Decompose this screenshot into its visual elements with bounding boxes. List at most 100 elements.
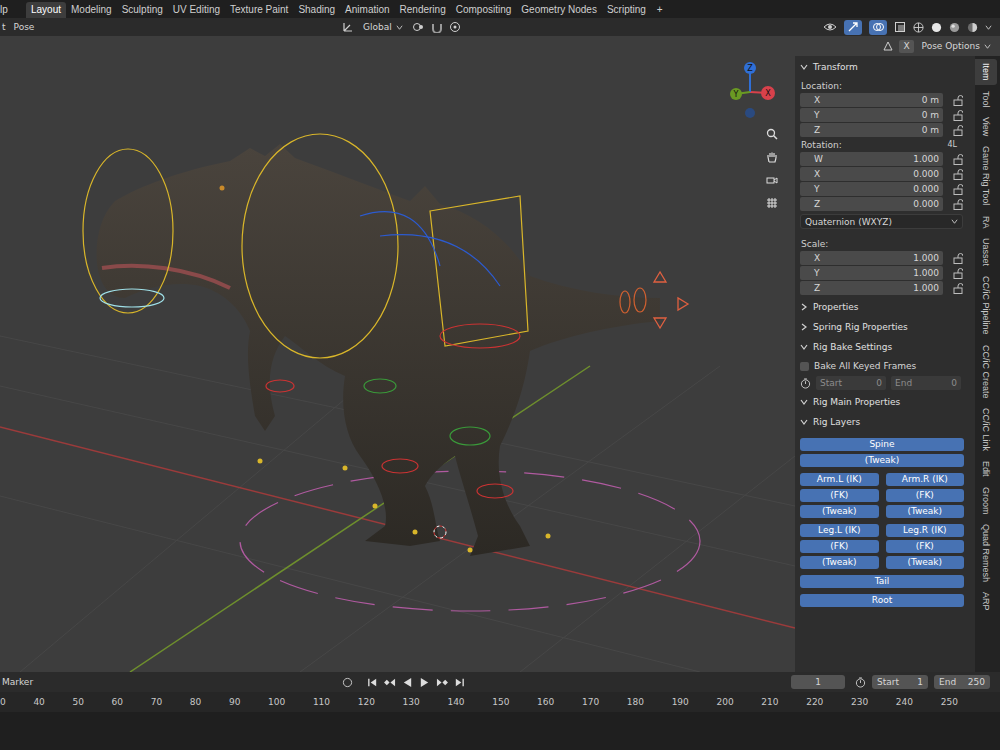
mirror-x-toggle[interactable]: X	[899, 40, 913, 53]
sidebar-tab[interactable]: Uasset	[975, 234, 997, 270]
number-field[interactable]: Y0 m	[800, 108, 943, 122]
dinosaur-model[interactable]	[97, 144, 660, 556]
sidebar-tab[interactable]: CC/iC Create	[975, 341, 997, 403]
jump-end-icon[interactable]	[454, 677, 465, 688]
timeline-ruler[interactable]: 0405060708090100110120130140150160170180…	[0, 692, 1000, 712]
pose-options-dropdown[interactable]: Pose Options	[919, 40, 994, 52]
workspace-tab[interactable]: Modeling	[66, 2, 117, 18]
workspace-tab[interactable]: Rendering	[395, 2, 451, 18]
workspace-tab[interactable]: UV Editing	[168, 2, 225, 18]
layer-button[interactable]: Leg.L (IK)	[800, 524, 879, 537]
sidebar-tab[interactable]: ARP	[975, 588, 997, 615]
orientation-dropdown[interactable]: Global	[360, 21, 406, 33]
layer-button[interactable]: (FK)	[886, 540, 965, 553]
material-shading-icon[interactable]	[949, 22, 960, 33]
record-icon[interactable]	[342, 677, 353, 688]
lock-icon[interactable]	[953, 184, 963, 195]
pose-menu[interactable]: Pose	[14, 22, 35, 32]
timeline-body[interactable]	[0, 712, 1000, 750]
number-field[interactable]: Y0.000	[800, 182, 943, 196]
layer-button[interactable]: (FK)	[800, 489, 879, 502]
lock-mode-toggle[interactable]: 4L	[947, 138, 957, 152]
pivot-icon[interactable]	[412, 21, 425, 33]
current-frame-field[interactable]: 1	[791, 675, 845, 689]
layer-button[interactable]: Arm.L (IK)	[800, 473, 879, 486]
previous-keyframe-icon[interactable]	[384, 677, 396, 688]
3d-cursor[interactable]	[434, 526, 446, 538]
lock-icon[interactable]	[953, 110, 963, 121]
checkbox-row[interactable]: Bake All Keyed Frames	[800, 359, 967, 373]
workspace-tab[interactable]: Texture Paint	[225, 2, 293, 18]
layer-button[interactable]: (Tweak)	[800, 556, 879, 569]
sidebar-tab[interactable]: Item	[975, 59, 997, 85]
number-field[interactable]: W1.000	[800, 152, 943, 166]
sidebar-tab[interactable]: RA	[975, 212, 997, 233]
rotation-mode-dropdown[interactable]: Quaternion (WXYZ)	[800, 214, 963, 229]
lock-icon[interactable]	[953, 154, 963, 165]
sidebar-tab[interactable]: Groom	[975, 483, 997, 519]
lock-icon[interactable]	[953, 268, 963, 279]
lock-icon[interactable]	[953, 125, 963, 136]
gizmo-toggle[interactable]	[844, 20, 862, 35]
xray-icon[interactable]	[894, 21, 906, 33]
sidebar-tab[interactable]: Edit	[975, 457, 997, 481]
overlay-toggle[interactable]	[869, 20, 887, 35]
panel-header[interactable]: Rig Bake Settings	[800, 339, 967, 355]
end-frame-field[interactable]: End250	[934, 675, 990, 689]
number-field[interactable]: Y1.000	[800, 266, 943, 280]
workspace-tab[interactable]: Layout	[26, 2, 66, 18]
timer-icon[interactable]	[855, 677, 866, 688]
workspace-tab[interactable]: Shading	[293, 2, 340, 18]
play-reverse-icon[interactable]	[402, 677, 413, 688]
layer-button[interactable]: Spine	[800, 438, 964, 451]
lock-icon[interactable]	[953, 199, 963, 210]
workspace-tab[interactable]: Animation	[340, 2, 394, 18]
layer-button[interactable]: (FK)	[800, 540, 879, 553]
number-field[interactable]: Z0.000	[800, 197, 943, 211]
zoom-button[interactable]	[762, 124, 781, 143]
lock-icon[interactable]	[953, 283, 963, 294]
sidebar-tab[interactable]: View	[975, 113, 997, 140]
panel-header[interactable]: Transform	[800, 59, 967, 75]
workspace-tab[interactable]: Compositing	[451, 2, 517, 18]
navigation-gizmo[interactable]: ZYX	[724, 58, 780, 118]
panel-header[interactable]: Rig Layers	[800, 414, 967, 430]
checkbox[interactable]	[800, 362, 809, 371]
number-field[interactable]: X1.000	[800, 251, 943, 265]
sidebar-tab[interactable]: CC/iC Pipeline	[975, 272, 997, 339]
snap-icon[interactable]	[431, 21, 443, 33]
lock-icon[interactable]	[953, 95, 963, 106]
panel-header[interactable]: Properties	[800, 299, 967, 315]
layer-button[interactable]: (Tweak)	[800, 505, 879, 518]
next-keyframe-icon[interactable]	[436, 677, 448, 688]
number-field[interactable]: Z1.000	[800, 281, 943, 295]
select-menu[interactable]: t	[2, 22, 6, 32]
help-menu[interactable]: lp	[0, 4, 26, 15]
start-frame-field[interactable]: Start0	[816, 376, 886, 390]
lock-icon[interactable]	[953, 253, 963, 264]
workspace-tab[interactable]: Geometry Nodes	[516, 2, 602, 18]
sidebar-tab[interactable]: Tool	[975, 87, 997, 112]
add-workspace-button[interactable]: +	[651, 2, 669, 18]
layer-button[interactable]: Tail	[800, 575, 964, 588]
perspective-button[interactable]	[762, 193, 781, 212]
number-field[interactable]: X0.000	[800, 167, 943, 181]
panel-header[interactable]: Rig Main Properties	[800, 394, 967, 410]
rendered-shading-icon[interactable]	[967, 22, 978, 33]
visibility-icon[interactable]	[823, 21, 837, 33]
viewport-canvas[interactable]	[0, 36, 795, 672]
layer-button[interactable]: (Tweak)	[800, 454, 964, 467]
pan-button[interactable]	[762, 147, 781, 166]
lock-icon[interactable]	[953, 169, 963, 180]
marker-menu[interactable]: Marker	[2, 677, 33, 687]
layer-button[interactable]: Arm.R (IK)	[886, 473, 965, 486]
layer-button[interactable]: Root	[800, 594, 964, 607]
wireframe-shading-icon[interactable]	[913, 22, 924, 33]
number-field[interactable]: X0 m	[800, 93, 943, 107]
start-frame-field[interactable]: Start1	[872, 675, 928, 689]
layer-button[interactable]: (Tweak)	[886, 505, 965, 518]
sidebar-tab[interactable]: CC/iC Link	[975, 404, 997, 455]
options-icon[interactable]	[882, 40, 894, 52]
play-icon[interactable]	[419, 677, 430, 688]
sidebar-tab[interactable]: Game Rig Tool	[975, 142, 997, 209]
